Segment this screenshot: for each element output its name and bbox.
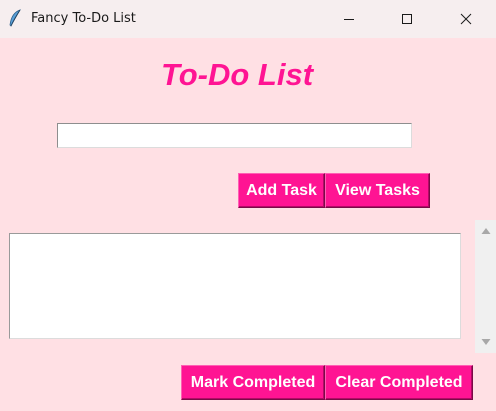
maximize-icon <box>402 14 412 24</box>
title-bar: Fancy To-Do List <box>0 0 496 38</box>
window-title: Fancy To-Do List <box>31 11 136 26</box>
task-list[interactable] <box>9 233 461 339</box>
page-title: To-Do List <box>160 57 314 92</box>
scroll-up-button[interactable] <box>475 220 496 242</box>
triangle-up-icon <box>481 228 490 234</box>
triangle-down-icon <box>481 339 490 345</box>
feather-icon <box>9 9 21 27</box>
minimize-button[interactable] <box>320 0 378 38</box>
maximize-button[interactable] <box>378 0 436 38</box>
close-icon <box>460 13 472 25</box>
window-client-area <box>0 38 496 411</box>
view-tasks-button[interactable]: View Tasks <box>325 173 430 208</box>
task-input[interactable] <box>57 123 412 148</box>
close-button[interactable] <box>437 0 495 38</box>
minimize-icon <box>344 19 354 20</box>
mark-completed-button[interactable]: Mark Completed <box>181 365 325 400</box>
task-list-scrollbar[interactable] <box>475 220 496 353</box>
clear-completed-button[interactable]: Clear Completed <box>325 365 473 400</box>
add-task-button[interactable]: Add Task <box>238 173 325 208</box>
scroll-down-button[interactable] <box>475 331 496 353</box>
